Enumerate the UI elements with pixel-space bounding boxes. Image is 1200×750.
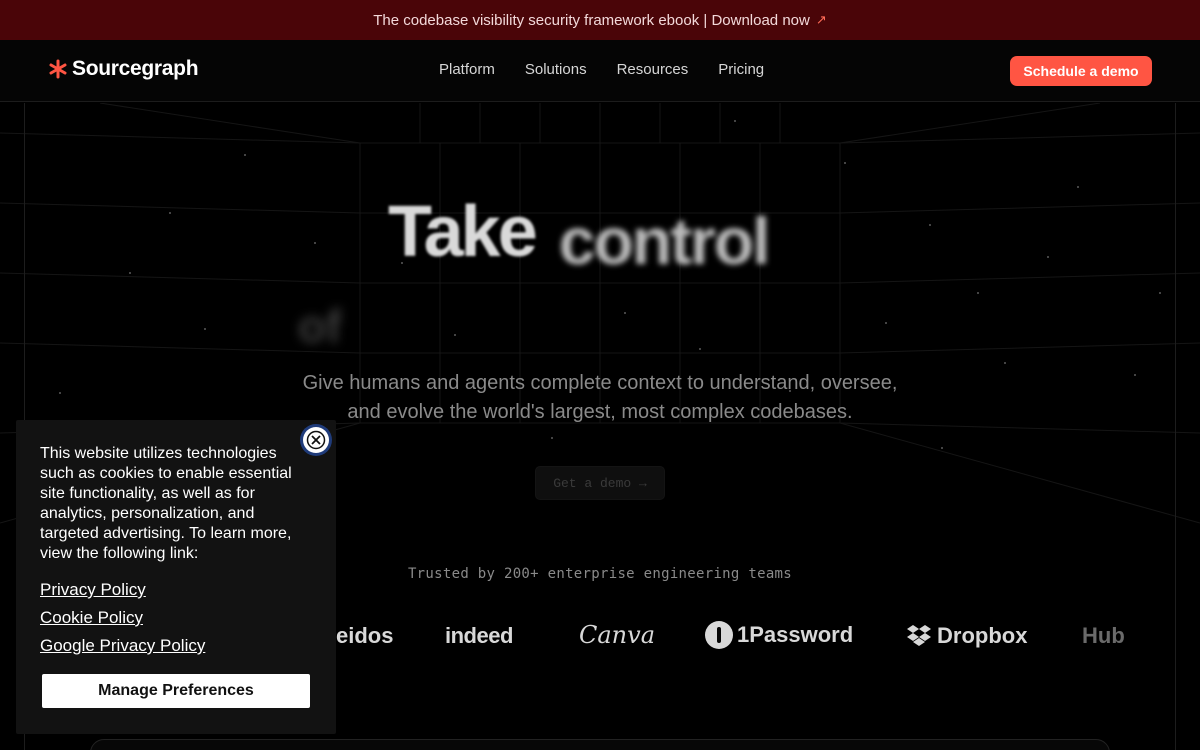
dropbox-wordmark: Dropbox <box>937 623 1028 648</box>
indeed-logo: indeed <box>445 623 513 648</box>
schedule-demo-button[interactable]: Schedule a demo <box>1010 56 1152 86</box>
canva-logo: Canva <box>579 621 655 649</box>
nav-resources[interactable]: Resources <box>617 61 689 78</box>
cookie-banner: This website utilizes technologies such … <box>16 420 336 734</box>
privacy-policy-link[interactable]: Privacy Policy <box>40 580 205 600</box>
sourcegraph-logo[interactable]: Sourcegraph <box>48 57 199 81</box>
google-privacy-policy-link[interactable]: Google Privacy Policy <box>40 636 205 656</box>
subtitle-line-2: and evolve the world's largest, most com… <box>347 401 853 423</box>
top-navigation: Sourcegraph Platform Solutions Resources… <box>0 40 1200 102</box>
arrow-up-right-icon: ↗ <box>815 12 827 27</box>
hub-logo: Hub <box>1082 623 1125 648</box>
nav-solutions[interactable]: Solutions <box>525 61 587 78</box>
cookie-policy-link[interactable]: Cookie Policy <box>40 608 205 628</box>
headline-of: of <box>298 300 342 352</box>
nav-pricing[interactable]: Pricing <box>718 61 764 78</box>
1password-logo: 1Password <box>705 621 853 649</box>
close-icon <box>303 427 329 453</box>
manage-preferences-button[interactable]: Manage Preferences <box>42 674 310 708</box>
cookie-message: This website utilizes technologies such … <box>40 445 292 562</box>
hero-headline: Take control <box>388 191 770 278</box>
1password-wordmark: 1Password <box>737 622 854 647</box>
dropbox-icon <box>907 625 931 646</box>
eidos-logo: eidos <box>336 623 394 648</box>
get-demo-button[interactable]: Get a demo → <box>535 466 665 500</box>
dropbox-logo: Dropbox <box>907 623 1027 649</box>
announcement-text[interactable]: The codebase visibility security framewo… <box>373 12 810 29</box>
headline-take: Take <box>388 192 538 272</box>
headline-control: control <box>558 204 771 278</box>
sourcegraph-logo-icon <box>49 59 67 79</box>
1password-icon <box>705 621 733 649</box>
product-preview-card <box>90 739 1110 750</box>
announcement-bar[interactable]: The codebase visibility security framewo… <box>0 0 1200 40</box>
cookie-close-button[interactable] <box>300 424 332 456</box>
cookie-links: Privacy Policy Cookie Policy Google Priv… <box>40 580 205 664</box>
hero-subtitle: Give humans and agents complete context … <box>270 369 930 427</box>
nav-links: Platform Solutions Resources Pricing <box>439 61 764 78</box>
nav-platform[interactable]: Platform <box>439 61 495 78</box>
subtitle-line-1: Give humans and agents complete context … <box>302 372 898 394</box>
brand-name: Sourcegraph <box>72 57 199 80</box>
